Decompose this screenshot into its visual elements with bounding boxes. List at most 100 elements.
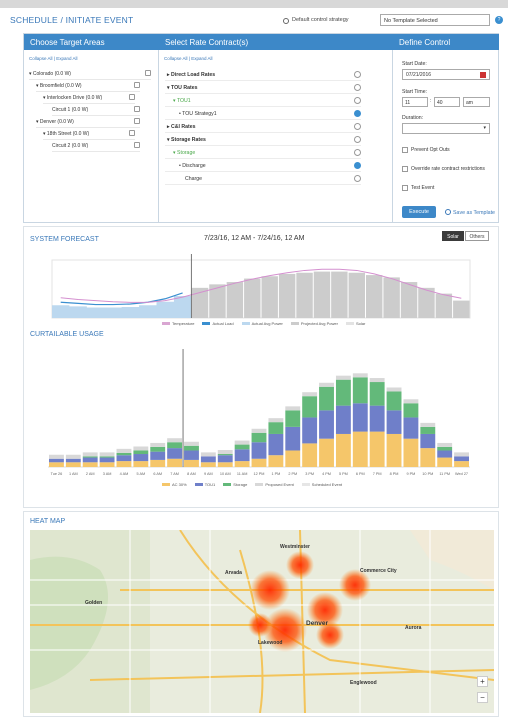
rate-radio[interactable]: [354, 136, 361, 143]
proposed-event-segment: [49, 454, 64, 459]
rate-radio[interactable]: [354, 97, 361, 104]
test-event-checkbox[interactable]: [402, 185, 408, 191]
proposed-event-segment: [82, 452, 98, 457]
curtail-bar-segment: [49, 462, 64, 467]
charts-panel: SYSTEM FORECAST 7/23/16, 12 AM - 7/24/16…: [23, 226, 499, 508]
target-checkbox[interactable]: [134, 118, 140, 124]
map-graphic: [30, 530, 494, 713]
forecast-legend-label: Actual Load: [212, 321, 234, 327]
rate-item-label: ▸ Direct Load Rates: [167, 72, 216, 78]
target-tree-item[interactable]: ▾ Broomfield (0.0 W): [36, 82, 140, 92]
forecast-legend-swatch: [162, 322, 170, 326]
template-select[interactable]: No Template Selected: [380, 14, 490, 26]
target-checkbox[interactable]: [134, 142, 140, 148]
rate-item[interactable]: ▸ Direct Load Rates: [165, 70, 361, 81]
target-checkbox[interactable]: [129, 94, 135, 100]
curtail-legend-label: Proposed Event: [265, 482, 294, 488]
proposed-event-segment: [285, 406, 301, 411]
rate-radio[interactable]: [354, 71, 361, 78]
projected-power-bar: [418, 287, 435, 318]
proposed-event-segment: [184, 441, 199, 446]
target-checkbox[interactable]: [134, 82, 140, 88]
forecast-legend-label: Temperature: [172, 321, 195, 327]
help-icon[interactable]: ?: [495, 16, 503, 24]
hour-select[interactable]: 11: [402, 97, 428, 107]
minute-select[interactable]: 40: [434, 97, 460, 107]
curtail-bar-segment: [285, 426, 301, 451]
link-separator: |: [188, 56, 190, 61]
calendar-icon[interactable]: [480, 72, 486, 78]
others-toggle[interactable]: Others: [465, 231, 489, 241]
target-checkbox[interactable]: [129, 130, 135, 136]
override-checkbox[interactable]: [402, 166, 408, 172]
target-tree-item[interactable]: ▾ Colorado (0.0 W): [29, 70, 151, 80]
collapse-all-link[interactable]: Collapse All: [29, 56, 53, 61]
rate-item-label: • TOU Strategy1: [179, 111, 217, 117]
expand-all-link[interactable]: Expand All: [191, 56, 212, 61]
proposed-event-segment: [234, 440, 250, 445]
target-checkbox[interactable]: [134, 106, 140, 112]
curtail-tick-label: 12 PM: [254, 472, 265, 476]
curtail-bar-segment: [133, 450, 149, 455]
proposed-event-segment: [302, 392, 318, 397]
solar-toggle[interactable]: Solar: [442, 231, 464, 241]
proposed-event-segment: [454, 452, 469, 457]
curtail-bar-segment: [302, 443, 318, 467]
rate-radio[interactable]: [354, 123, 361, 130]
start-date-input[interactable]: 07/21/2016: [402, 69, 490, 80]
rate-item[interactable]: • Discharge: [165, 161, 361, 172]
curtail-bar-segment: [150, 459, 166, 467]
prevent-opt-outs-label: Prevent Opt Outs: [411, 147, 450, 153]
proposed-event-segment: [167, 438, 183, 443]
target-tree-item[interactable]: Circuit 1 (0.0 W): [52, 106, 140, 116]
target-tree-item[interactable]: ▾ Denver (0.0 W): [36, 118, 140, 128]
duration-select[interactable]: ▾: [402, 123, 490, 134]
target-tree-label: Circuit 2 (0.0 W): [52, 143, 89, 149]
default-strategy-radio[interactable]: [283, 18, 289, 24]
save-template-label: Save as Template: [453, 210, 496, 216]
curtail-bar-segment: [352, 431, 368, 467]
rate-radio[interactable]: [354, 175, 361, 182]
forecast-legend-label: Solar: [355, 321, 366, 327]
curtail-bar-segment: [150, 446, 166, 452]
prevent-opt-outs-checkbox[interactable]: [402, 147, 408, 153]
curtail-tick-label: 4 PM: [322, 472, 331, 476]
rate-item[interactable]: • TOU Strategy1: [165, 109, 361, 120]
curtailable-legend: AC 30% TOU1 Storage Proposed Event Scheduled…: [154, 482, 342, 487]
ampm-select[interactable]: am: [463, 97, 490, 107]
target-tree-item[interactable]: Circuit 2 (0.0 W): [52, 142, 140, 152]
proposed-event-segment: [403, 399, 419, 404]
rate-item[interactable]: Charge: [165, 174, 361, 185]
map-label-denver: Denver: [306, 620, 329, 627]
execute-button[interactable]: Execute: [402, 206, 436, 218]
target-checkbox[interactable]: [145, 70, 151, 76]
save-template-link[interactable]: Save as Template: [445, 209, 495, 216]
curtail-legend-label: Storage: [233, 482, 248, 488]
forecast-legend-swatch: [345, 322, 354, 326]
collapse-all-link[interactable]: Collapse All: [164, 56, 188, 61]
zoom-out-button[interactable]: −: [477, 692, 488, 703]
curtail-bar-segment: [335, 405, 351, 434]
target-tree-item[interactable]: ▾ 18th Street (0.0 W): [43, 130, 135, 140]
curtail-bar-segment: [150, 451, 166, 460]
map-label-commerce-city: Commerce City: [360, 568, 397, 574]
expand-all-link[interactable]: Expand All: [56, 56, 77, 61]
curtail-bar-segment: [99, 457, 115, 463]
rate-item[interactable]: ▾ Storage Rates: [165, 135, 361, 146]
rate-radio[interactable]: [354, 149, 361, 156]
rate-radio[interactable]: [354, 110, 361, 117]
rate-radio[interactable]: [354, 84, 361, 91]
curtail-legend-swatch: [194, 483, 203, 487]
curtail-bar-segment: [251, 458, 267, 467]
curtail-bar-segment: [167, 458, 183, 467]
target-areas-heading: Choose Target Areas: [24, 34, 159, 50]
rate-item[interactable]: ▾ Storage: [165, 148, 361, 159]
heat-map[interactable]: Westminster Arvada Denver Lakewood Auror…: [30, 530, 494, 713]
target-tree-item[interactable]: ▾ Interlocken Drive (0.0 W): [43, 94, 135, 104]
rate-radio[interactable]: [354, 162, 361, 169]
rate-item[interactable]: ▸ C&I Rates: [165, 122, 361, 133]
curtail-bar-segment: [268, 422, 284, 434]
rate-item[interactable]: ▾ TOU Rates: [165, 83, 361, 94]
rate-item[interactable]: ▾ TOU1: [165, 96, 361, 107]
zoom-in-button[interactable]: +: [477, 676, 488, 687]
